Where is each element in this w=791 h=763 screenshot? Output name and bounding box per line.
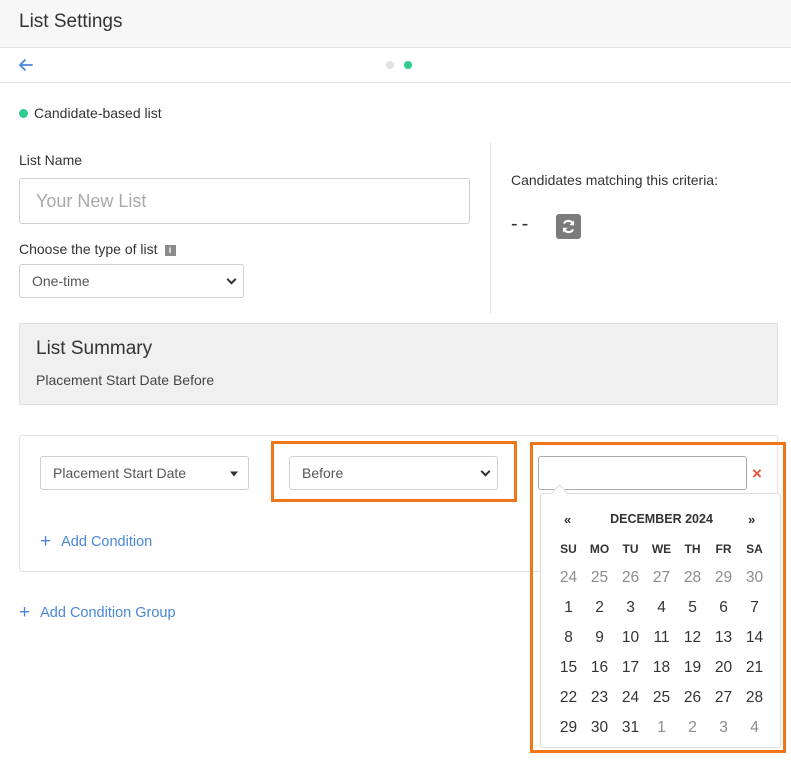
- plus-icon: +: [40, 531, 52, 552]
- summary-title: List Summary: [36, 338, 153, 359]
- calendar-day[interactable]: 30: [584, 713, 615, 743]
- weekday-header: SU: [560, 542, 577, 556]
- chevron-down-icon: [226, 274, 237, 285]
- calendar-day[interactable]: 17: [615, 653, 646, 683]
- calendar-prev-button[interactable]: «: [564, 512, 571, 527]
- calendar-day[interactable]: 4: [646, 593, 677, 623]
- calendar-day[interactable]: 12: [677, 623, 708, 653]
- calendar-day[interactable]: 24: [615, 683, 646, 713]
- weekday-header: SA: [746, 542, 763, 556]
- calendar-day[interactable]: 29: [553, 713, 584, 743]
- calendar-day-other-month[interactable]: 29: [708, 563, 739, 593]
- calendar-day[interactable]: 18: [646, 653, 677, 683]
- plus-icon: +: [19, 602, 31, 623]
- weekday-header: FR: [715, 542, 732, 556]
- weekday-header: WE: [651, 542, 672, 556]
- calendar-day[interactable]: 9: [584, 623, 615, 653]
- calendar-day[interactable]: 25: [646, 683, 677, 713]
- calendar-day-other-month[interactable]: 27: [646, 563, 677, 593]
- calendar-day[interactable]: 26: [677, 683, 708, 713]
- add-condition-group-link[interactable]: + Add Condition Group: [19, 602, 176, 624]
- calendar-day[interactable]: 21: [739, 653, 770, 683]
- info-icon[interactable]: i: [164, 245, 176, 256]
- caret-down-icon: [230, 471, 238, 477]
- status-dot: [19, 108, 28, 118]
- calendar-day[interactable]: 13: [708, 623, 739, 653]
- calendar-day[interactable]: 7: [739, 593, 770, 623]
- calendar-day[interactable]: 6: [708, 593, 739, 623]
- calendar-day-other-month[interactable]: 28: [677, 563, 708, 593]
- calendar-next-button[interactable]: »: [748, 512, 755, 527]
- list-type-label: Candidate-based list: [34, 105, 162, 121]
- list-type-label-row: Choose the type of list i: [19, 241, 176, 257]
- chevron-down-icon: [480, 466, 491, 477]
- criteria-label: Candidates matching this criteria:: [511, 172, 718, 188]
- calendar-day-other-month[interactable]: 24: [553, 563, 584, 593]
- list-name-input[interactable]: [19, 178, 470, 224]
- calendar-day-other-month[interactable]: 2: [677, 713, 708, 743]
- calendar-day-other-month[interactable]: 26: [615, 563, 646, 593]
- calendar-day[interactable]: 22: [553, 683, 584, 713]
- calendar-day[interactable]: 1: [553, 593, 584, 623]
- page-header: List Settings: [0, 0, 791, 48]
- list-type-select-label: Choose the type of list: [19, 241, 158, 257]
- step-bar: [0, 48, 791, 83]
- condition-field-select[interactable]: Placement Start Date: [40, 456, 249, 490]
- refresh-icon: [562, 219, 575, 234]
- weekday-header: TU: [622, 542, 639, 556]
- calendar-day[interactable]: 19: [677, 653, 708, 683]
- condition-operator-select[interactable]: Before: [289, 456, 498, 490]
- calendar-day-other-month[interactable]: 4: [739, 713, 770, 743]
- step-indicator-1: [386, 61, 394, 69]
- calendar-day[interactable]: 11: [646, 623, 677, 653]
- arrow-left-icon[interactable]: [16, 55, 36, 75]
- calendar-day-other-month[interactable]: 1: [646, 713, 677, 743]
- weekday-header: TH: [684, 542, 701, 556]
- clear-icon[interactable]: ×: [752, 464, 762, 484]
- add-condition-link[interactable]: + Add Condition: [40, 531, 152, 553]
- date-input[interactable]: [538, 456, 747, 490]
- calendar-day[interactable]: 8: [553, 623, 584, 653]
- list-type-select-value: One-time: [32, 273, 90, 289]
- list-type-select[interactable]: One-time: [19, 264, 244, 298]
- section-divider: [490, 143, 491, 313]
- condition-field-value: Placement Start Date: [53, 465, 187, 481]
- calendar-month-title: DECEMBER 2024: [610, 512, 713, 526]
- calendar-grid: SU MO TU WE TH FR SA 24 25 26 27 28 29 30 1 2 3 4 5 6 7 8 9 10 1…: [553, 539, 770, 743]
- calendar-day[interactable]: 23: [584, 683, 615, 713]
- step-indicator-2: [404, 61, 412, 69]
- calendar-day-other-month[interactable]: 30: [739, 563, 770, 593]
- calendar-day[interactable]: 28: [739, 683, 770, 713]
- add-condition-group-label: Add Condition Group: [40, 605, 176, 621]
- condition-operator-value: Before: [302, 465, 344, 481]
- calendar-day[interactable]: 27: [708, 683, 739, 713]
- candidate-count: --: [511, 213, 533, 235]
- calendar-day[interactable]: 16: [584, 653, 615, 683]
- calendar-day[interactable]: 20: [708, 653, 739, 683]
- weekday-header: MO: [589, 542, 610, 556]
- calendar-day-other-month[interactable]: 25: [584, 563, 615, 593]
- calendar-day[interactable]: 2: [584, 593, 615, 623]
- summary-text: Placement Start Date Before: [36, 372, 215, 388]
- calendar-day[interactable]: 31: [615, 713, 646, 743]
- page-title: List Settings: [19, 11, 123, 32]
- calendar-day[interactable]: 5: [677, 593, 708, 623]
- calendar-day[interactable]: 15: [553, 653, 584, 683]
- list-summary-panel: List Summary Placement Start Date Before: [19, 323, 778, 405]
- refresh-button[interactable]: [556, 214, 581, 239]
- calendar-day[interactable]: 3: [615, 593, 646, 623]
- calendar-day[interactable]: 14: [739, 623, 770, 653]
- calendar-day[interactable]: 10: [615, 623, 646, 653]
- list-type-indicator: Candidate-based list: [19, 105, 162, 121]
- calendar-day-other-month[interactable]: 3: [708, 713, 739, 743]
- date-picker-calendar: DECEMBER 2024 « » SU MO TU WE TH FR SA 24 25 26 27…: [540, 493, 781, 748]
- add-condition-label: Add Condition: [61, 534, 153, 550]
- list-name-label: List Name: [19, 152, 83, 168]
